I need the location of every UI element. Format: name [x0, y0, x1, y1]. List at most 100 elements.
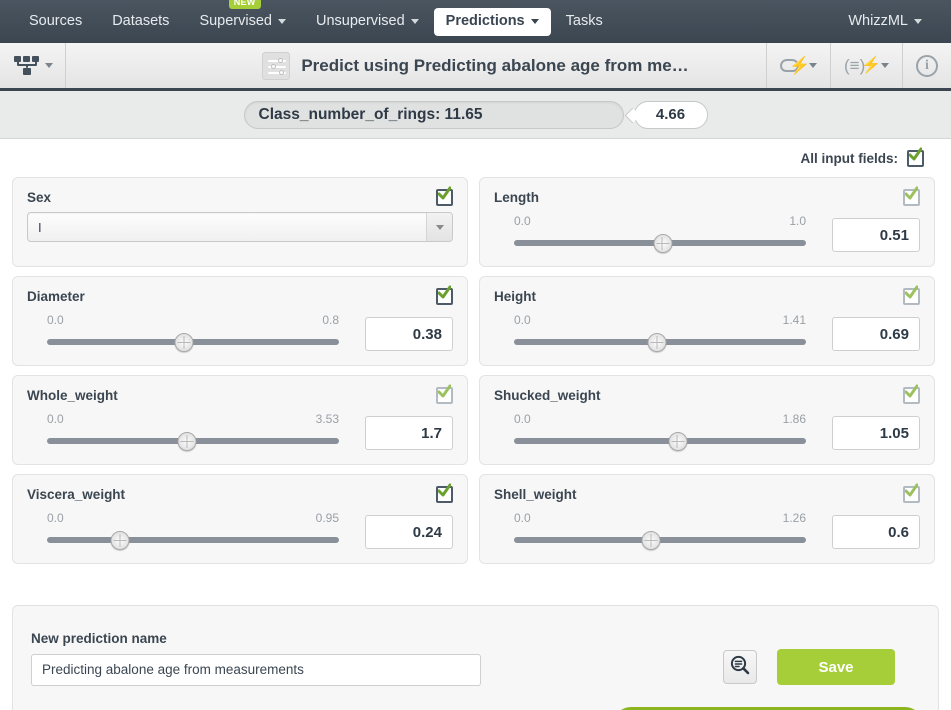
checkmark-icon — [905, 384, 918, 400]
field-checkbox[interactable] — [436, 483, 453, 503]
checkmark-icon — [905, 186, 918, 202]
slider-max-label: 1.86 — [782, 412, 806, 426]
slider-knob[interactable] — [174, 333, 194, 352]
all-input-fields-checkbox[interactable] — [907, 147, 924, 167]
slider-min-label: 0.0 — [514, 313, 531, 327]
batch-prediction-icon-button[interactable]: (≡) ⚡ — [830, 43, 902, 88]
info-icon-button[interactable]: i — [902, 43, 951, 88]
slider-knob[interactable] — [668, 432, 688, 451]
nav-item-unsupervised[interactable]: Unsupervised — [301, 8, 434, 35]
nav-item-label: Supervised — [199, 13, 272, 29]
nav-item-predictions[interactable]: Predictions — [433, 7, 551, 36]
new-prediction-name-block: New prediction name Predicting abalone a… — [31, 631, 481, 686]
slider[interactable] — [514, 531, 806, 550]
sex-select[interactable]: I — [27, 212, 453, 242]
nav-item-sources[interactable]: Sources — [14, 8, 97, 35]
slider-range-labels: 0.0 3.53 — [47, 412, 339, 432]
slider-knob[interactable] — [647, 333, 667, 352]
top-navigation-bar: Sources Datasets NEW Supervised Unsuperv… — [0, 0, 951, 43]
slider-max-label: 0.95 — [315, 511, 339, 525]
field-checkbox[interactable] — [903, 285, 920, 305]
slider-column: 0.0 0.95 — [27, 509, 353, 550]
slider-max-label: 3.53 — [315, 412, 339, 426]
slider-block: 0.0 1.26 0.6 — [494, 509, 920, 550]
field-label: Shell_weight — [494, 487, 577, 502]
model-selector[interactable] — [0, 43, 66, 88]
all-input-fields-row: All input fields: — [12, 139, 939, 177]
sex-select-value: I — [38, 219, 42, 235]
slider-knob[interactable] — [653, 234, 673, 253]
nav-item-whizzml[interactable]: WhizzML — [833, 8, 937, 35]
bigml-prediction-page: Sources Datasets NEW Supervised Unsuperv… — [0, 0, 951, 710]
nav-item-label: Unsupervised — [315, 13, 405, 29]
prediction-explanation-button[interactable] — [723, 650, 757, 684]
slider[interactable] — [514, 333, 806, 352]
field-value-input[interactable]: 0.38 — [365, 317, 453, 351]
sliders-icon — [262, 51, 291, 80]
nav-item-tasks[interactable]: Tasks — [551, 8, 618, 35]
field-value-input[interactable]: 0.69 — [832, 317, 920, 351]
field-label: Shucked_weight — [494, 388, 601, 403]
nav-item-label: Datasets — [112, 13, 170, 29]
slider-range-labels: 0.0 1.41 — [514, 313, 806, 333]
slider-knob[interactable] — [110, 531, 130, 550]
field-checkbox[interactable] — [436, 384, 453, 404]
field-value-input[interactable]: 1.05 — [832, 416, 920, 450]
nav-item-label: Predictions — [445, 13, 525, 29]
chevron-down-icon — [914, 19, 922, 24]
bottom-action-panel: New prediction name Predicting abalone a… — [12, 605, 939, 710]
slider-column: 0.0 1.41 — [494, 311, 820, 352]
slider-knob[interactable] — [177, 432, 197, 451]
field-header: Viscera_weight — [27, 483, 453, 503]
checkmark-icon — [905, 285, 918, 301]
field-value-input[interactable]: 1.7 — [365, 416, 453, 450]
new-prediction-name-label: New prediction name — [31, 630, 167, 646]
field-label: Whole_weight — [27, 388, 118, 403]
slider-block: 0.0 3.53 1.7 — [27, 410, 453, 451]
confidence-wrapper: 4.66 — [633, 100, 708, 129]
field-checkbox[interactable] — [436, 186, 453, 206]
slider-range-labels: 0.0 0.95 — [47, 511, 339, 531]
field-header: Sex — [27, 186, 453, 206]
field-value-input[interactable]: 0.51 — [832, 218, 920, 252]
new-prediction-name-input[interactable]: Predicting abalone age from measurements — [31, 653, 481, 686]
checkmark-icon — [438, 186, 451, 202]
slider-knob[interactable] — [641, 531, 661, 550]
slider-block: 0.0 0.95 0.24 — [27, 509, 453, 550]
slider[interactable] — [47, 531, 339, 550]
slider-column: 0.0 0.8 — [27, 311, 353, 352]
cloud-bolt-icon-button[interactable]: ⚡ — [766, 43, 830, 88]
field-checkbox[interactable] — [903, 186, 920, 206]
field-card-height: Height 0.0 1.41 0.69 — [479, 276, 935, 366]
field-card-diameter: Diameter 0.0 0.8 0.38 — [12, 276, 468, 366]
slider[interactable] — [47, 432, 339, 451]
slider-max-label: 1.26 — [782, 511, 806, 525]
header-bar: Predict using Predicting abalone age fro… — [0, 43, 951, 91]
slider-min-label: 0.0 — [47, 511, 64, 525]
checkmark-icon — [905, 483, 918, 499]
nav-item-supervised[interactable]: NEW Supervised — [184, 0, 301, 35]
field-value-input[interactable]: 0.6 — [832, 515, 920, 549]
select-dropdown-arrow[interactable] — [426, 213, 452, 241]
field-checkbox[interactable] — [903, 384, 920, 404]
checkmark-icon — [438, 483, 451, 499]
field-card-shucked-weight: Shucked_weight 0.0 1.86 1.05 — [479, 375, 935, 465]
fields-grid: Sex I Length 0.0 1.0 0.51 Diameter 0.0 0… — [12, 177, 939, 564]
field-checkbox[interactable] — [903, 483, 920, 503]
save-button[interactable]: Save — [777, 649, 895, 685]
all-input-fields-label: All input fields: — [800, 150, 899, 166]
nav-item-datasets[interactable]: Datasets — [97, 8, 184, 35]
slider-block: 0.0 1.0 0.51 — [494, 212, 920, 253]
chevron-down-icon — [530, 19, 539, 24]
slider[interactable] — [514, 432, 806, 451]
field-value-input[interactable]: 0.24 — [365, 515, 453, 549]
nav-item-label: WhizzML — [848, 13, 908, 29]
chevron-down-icon — [45, 63, 53, 68]
slider[interactable] — [514, 234, 806, 253]
slider-range-labels: 0.0 1.26 — [514, 511, 806, 531]
slider-min-label: 0.0 — [47, 313, 64, 327]
slider-max-label: 1.0 — [789, 214, 806, 228]
field-header: Shell_weight — [494, 483, 920, 503]
field-checkbox[interactable] — [436, 285, 453, 305]
slider[interactable] — [47, 333, 339, 352]
